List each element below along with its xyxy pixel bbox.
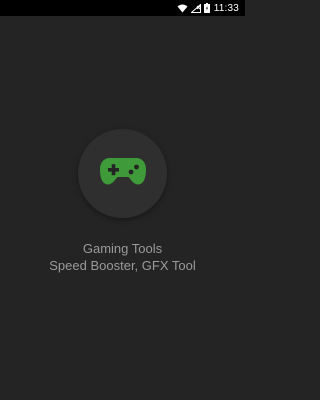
app-icon-circle <box>78 129 167 218</box>
wifi-icon <box>177 4 188 13</box>
status-time: 11:33 <box>213 2 239 14</box>
signal-icon <box>190 3 201 13</box>
app-title: Gaming Tools <box>82 241 163 256</box>
gamepad-icon <box>99 156 147 191</box>
status-bar: 11:33 <box>0 0 245 16</box>
battery-icon <box>203 3 210 13</box>
splash-screen: 11:33 Gaming Tools Speed Booster, GFX To… <box>0 0 245 400</box>
app-subtitle: Speed Booster, GFX Tool <box>49 258 196 273</box>
app-caption: Gaming Tools Speed Booster, GFX Tool <box>0 240 245 274</box>
